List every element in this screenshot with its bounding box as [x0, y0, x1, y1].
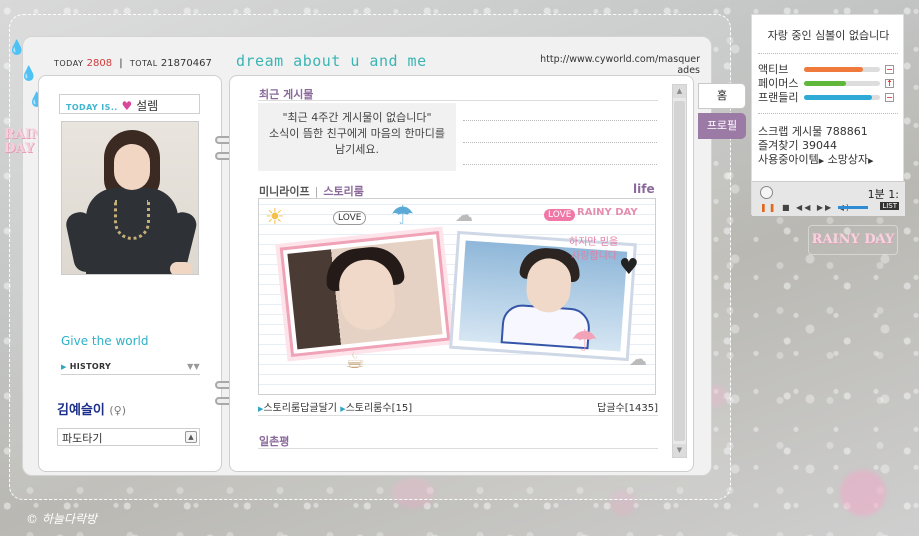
wave-surf-value: 파도타기 [62, 432, 103, 445]
tab-home[interactable]: 홈 [698, 83, 746, 109]
scroll-down-icon[interactable]: ▼ [673, 444, 686, 457]
arrow-right-icon: ▶ [868, 157, 874, 165]
cloud-icon: ☁ [455, 205, 473, 226]
divider [258, 415, 658, 416]
total-label: TOTAL [129, 59, 158, 68]
symbol-widget: 자랑 중인 심볼이 없습니다 액티브 − 페이머스 ↑ 프랜들리 − 스크랩 게… [751, 14, 905, 216]
notice-line: 남기세요. [335, 143, 379, 156]
cloud-icon: ☁ [629, 349, 647, 370]
reply-count-label: 답글수 [597, 403, 625, 414]
reply-count: [1435] [624, 403, 658, 414]
divider [463, 142, 657, 143]
wave-surf-select[interactable]: 파도타기 ▲ [57, 428, 200, 446]
owner-name-text: 김예슬이 [57, 403, 105, 418]
divider [258, 448, 658, 449]
dropdown-toggle-icon[interactable]: ▲ [185, 431, 197, 443]
homepage-title[interactable]: dream about u and me [236, 52, 427, 70]
heart-icon: ♥ [121, 99, 133, 113]
handwritten-sticker: 사랑합니다 [571, 251, 617, 262]
stat-bar-famous [804, 81, 880, 86]
total-count: 21870467 [160, 58, 212, 69]
history-label: HISTORY [69, 362, 112, 371]
divider [758, 113, 898, 114]
gender-icon: (♀) [109, 404, 127, 417]
notice-line: "최근 4주간 게시물이 없습니다" [282, 111, 432, 124]
homepage-url[interactable]: http://www.cyworld.com/masquerades [538, 54, 700, 76]
storyroom-canvas[interactable]: LOVE LOVE RAINY DAY 하지만 믿을 사랑합니다 ☂ ☀ ☕ ♥… [258, 198, 656, 395]
story-photo[interactable] [279, 230, 451, 358]
cd-icon [760, 186, 773, 199]
visitor-counter: TODAY 2808 | TOTAL 21870467 [54, 58, 212, 69]
umbrella-icon: ☂ [391, 201, 415, 231]
stat-label: 프랜들리 [758, 91, 799, 104]
today-count: 2808 [86, 58, 113, 69]
storyroom-count: [15] [391, 403, 413, 414]
volume-slider[interactable] [838, 206, 868, 209]
storyroom-count-link[interactable]: 스토리룸수 [346, 403, 392, 414]
mood-text: 설렘 [136, 99, 159, 113]
player-time: 1분 1: [867, 188, 899, 201]
arrow-right-icon: ▶ [61, 363, 67, 371]
today-mood[interactable]: TODAY IS.. ♥ 설렘 [59, 94, 200, 114]
pink-umbrella-icon: ☂ [571, 324, 598, 359]
playlist-button[interactable]: LIST [880, 202, 899, 210]
storyroom-reply-link[interactable]: 스토리룸답글달기 [263, 403, 337, 414]
notice-line: 소식이 뜸한 친구에게 마음의 한마디를 [269, 127, 445, 140]
copyright-icon: © [26, 512, 38, 526]
items-row: 사용중아이템▶ 소망상자▶ [758, 151, 874, 167]
scroll-thumb[interactable] [674, 101, 685, 441]
rainy-day-logo-right: RAINY DAY [808, 225, 898, 255]
symbol-status: 자랑 중인 심볼이 없습니다 [767, 29, 890, 42]
divider [463, 120, 657, 121]
signature: © 하늘다락방 [26, 510, 97, 527]
sun-icon: ☀ [265, 205, 285, 230]
tab-storyroom[interactable]: 스토리룸 [323, 185, 363, 198]
miniroom-tabs: 미니라이프 | 스토리룸 [259, 185, 364, 198]
tab-profile[interactable]: 프로필 [698, 113, 746, 139]
main-scrollbar[interactable]: ▲ ▼ [672, 84, 687, 458]
handwritten-sticker: 하지만 믿을 [569, 237, 619, 248]
storyroom-footer: ▶스토리룸답글달기 ▶스토리룸수[15] 답글수[1435] [258, 399, 658, 414]
signature-text: 하늘다락방 [41, 512, 98, 526]
heart-doodle-icon: ♥ [619, 255, 639, 280]
love-sticker: LOVE [544, 209, 576, 221]
today-label: TODAY [54, 59, 84, 68]
bgm-player: 1분 1: ❚❚ ■ ◀◀ ▶▶ ◀) LIST [752, 181, 905, 216]
raindrop-icon: 💧 [8, 40, 26, 56]
recent-posts-notice: "최근 4주간 게시물이 없습니다" 소식이 뜸한 친구에게 마음의 한마디를 … [258, 103, 456, 171]
raindrop-icon: 💧 [20, 66, 38, 82]
profile-photo[interactable] [61, 121, 199, 275]
items-in-use-link[interactable]: 사용중아이템 [758, 153, 819, 166]
divider [258, 100, 658, 101]
love-sticker: LOVE [333, 211, 367, 225]
tab-minilife[interactable]: 미니라이프 [259, 185, 310, 198]
life-label: life [633, 182, 655, 196]
scroll-up-icon[interactable]: ▲ [673, 85, 686, 98]
history-toggle[interactable]: ▶ HISTORY ▼▼ [61, 362, 200, 375]
expand-arrows-icon[interactable]: ▼▼ [187, 362, 200, 371]
stat-bar-active [804, 67, 880, 72]
divider [463, 164, 657, 165]
up-arrow-icon[interactable]: ↑ [885, 79, 894, 88]
bokeh-light [840, 470, 886, 516]
profile-tagline: Give the world [61, 334, 149, 348]
rainy-day-sticker: RAINY DAY [577, 207, 638, 218]
owner-name[interactable]: 김예슬이 (♀) [57, 399, 126, 418]
divider [758, 53, 898, 54]
today-is-label: TODAY IS.. [66, 103, 118, 112]
arrow-right-icon: ▶ [818, 157, 825, 165]
wish-box-link[interactable]: 소망상자 [828, 153, 868, 166]
stat-bar-friendly [804, 95, 880, 100]
pause-icon[interactable]: ❚❚ [760, 203, 777, 212]
ilchon-comment-title: 일촌평 [259, 435, 290, 448]
minus-icon[interactable]: − [885, 93, 894, 102]
teacup-icon: ☕ [345, 349, 365, 374]
minus-icon[interactable]: − [885, 65, 894, 74]
